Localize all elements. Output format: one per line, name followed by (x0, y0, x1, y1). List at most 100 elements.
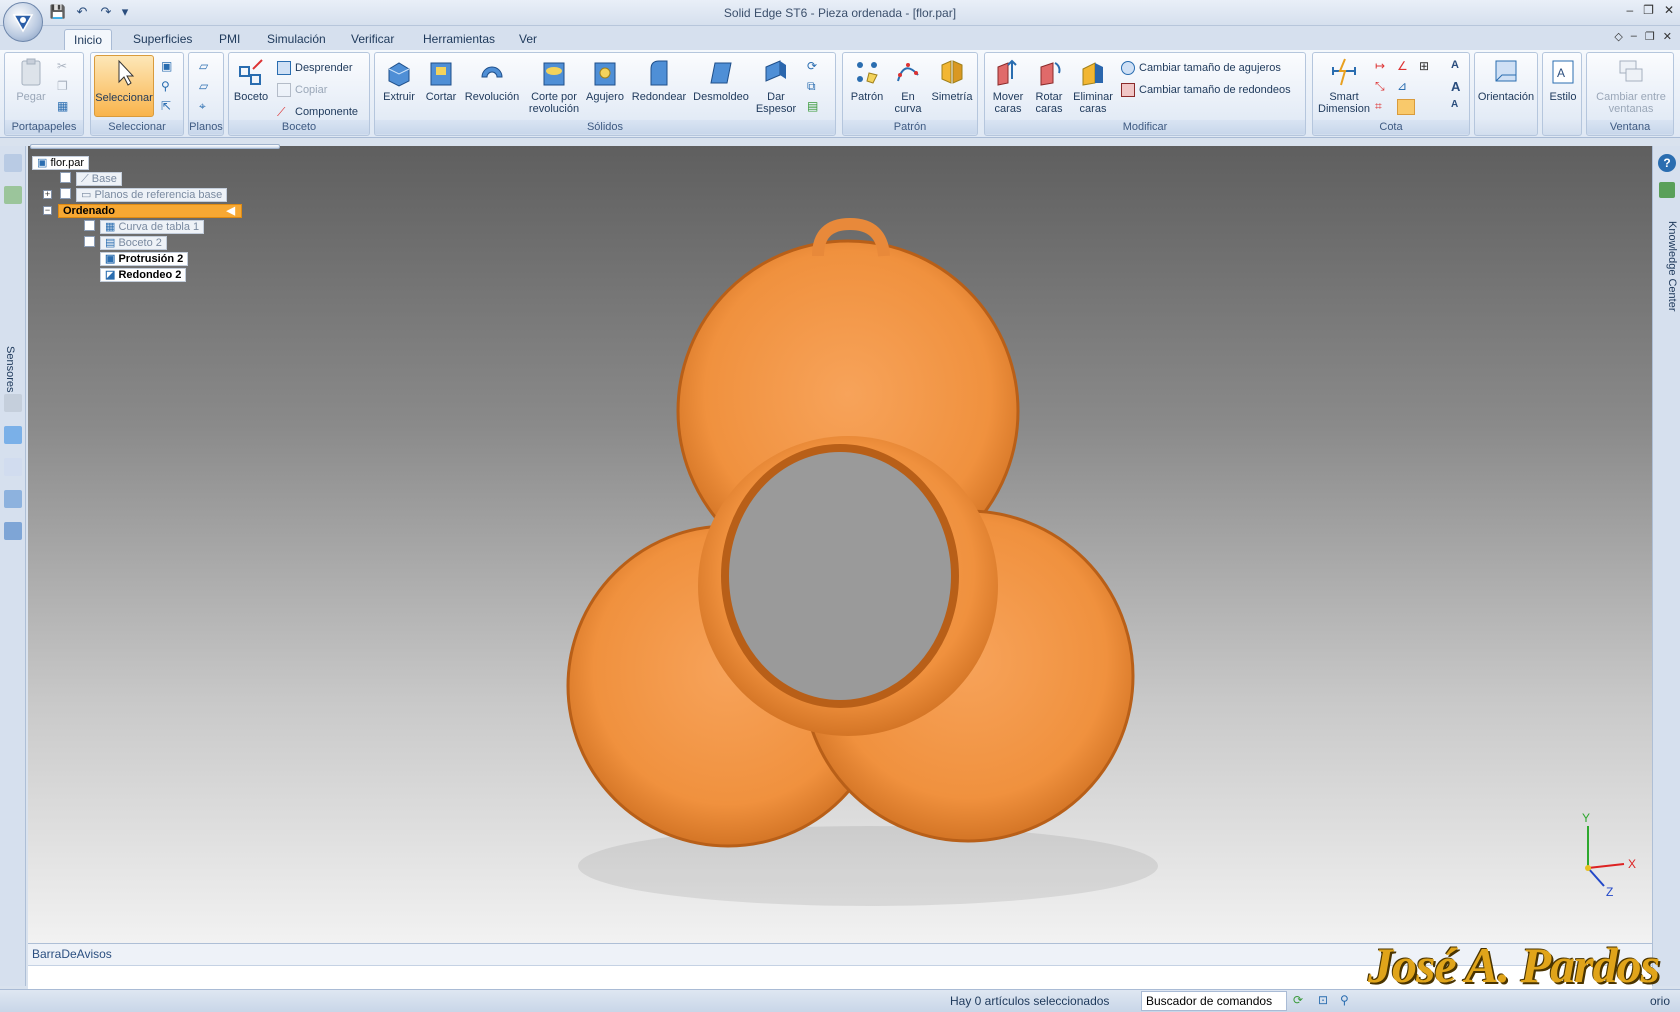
tab-inicio[interactable]: Inicio (64, 29, 113, 50)
tab-superficies[interactable]: Superficies (124, 29, 201, 50)
doc-minimize-icon[interactable]: – (1631, 30, 1637, 43)
tree-node-redondeo[interactable]: ◪ Redondeo 2 (100, 268, 187, 282)
doc-close-icon[interactable]: ✕ (1663, 30, 1672, 43)
cortar-button[interactable]: Cortar (421, 57, 461, 103)
pathfinder-tab-icon[interactable] (4, 154, 22, 172)
symmetric-diameter-icon[interactable]: ⤡ (1375, 79, 1385, 94)
desmoldeo-button[interactable]: Desmoldeo (691, 57, 751, 103)
eliminar-caras-button[interactable]: Eliminar caras (1071, 57, 1115, 115)
select-tools-icon[interactable]: ⇱ (161, 99, 171, 113)
patron-button[interactable]: Patrón (847, 57, 887, 103)
zoom-icon[interactable]: ⚲ (1340, 993, 1349, 1007)
pegar-button[interactable]: Pegar (11, 57, 51, 103)
cambiar-redondeos-button[interactable]: Cambiar tamaño de redondeos (1121, 83, 1291, 97)
simetria-button[interactable]: Simetría (929, 57, 975, 103)
paste-special-icon[interactable]: ▦ (57, 99, 68, 113)
select-filter-icon[interactable]: ⚲ (161, 79, 170, 93)
dar-espesor-button[interactable]: Dar Espesor (753, 57, 799, 115)
tree-node-planos[interactable]: ▭ Planos de referencia base (76, 188, 228, 202)
sensors-tab-icon[interactable] (4, 186, 22, 204)
variable-table-icon[interactable] (4, 458, 22, 476)
3d-viewport[interactable]: Y X Z (28, 146, 1652, 943)
add-body-icon[interactable]: ▤ (807, 99, 818, 113)
coordinate-dimension-icon[interactable]: ⊞ (1419, 59, 1429, 73)
close-icon[interactable]: ✕ (1664, 3, 1674, 17)
knowledge-center-icon[interactable] (1659, 182, 1675, 198)
orientacion-button[interactable]: Orientación (1477, 57, 1535, 103)
tab-pmi[interactable]: PMI (210, 29, 249, 50)
copiar-button[interactable]: Copiar (277, 83, 327, 97)
angle-icon[interactable]: ∠ (1397, 59, 1408, 73)
tree-root[interactable]: ▣ flor.par (32, 156, 90, 170)
sweep-icon[interactable]: ⟳ (807, 59, 817, 73)
cambiar-agujeros-button[interactable]: Cambiar tamaño de agujeros (1121, 61, 1281, 75)
application-button[interactable] (3, 2, 43, 42)
boceto2-checkbox[interactable] (84, 236, 95, 247)
agujero-button[interactable]: Agujero (583, 57, 627, 103)
refresh-icon[interactable]: ⟳ (1293, 993, 1303, 1007)
componente-button[interactable]: ⟋ Componente (277, 105, 358, 119)
revolucion-button[interactable]: Revolución (461, 57, 523, 103)
zoom-area-icon[interactable]: ⊡ (1318, 993, 1328, 1007)
maximize-icon[interactable]: ❐ (1643, 3, 1654, 17)
planos-checkbox[interactable] (60, 188, 71, 199)
increase-text-icon[interactable]: A (1451, 79, 1460, 94)
tab-simulacion[interactable]: Simulación (258, 29, 335, 50)
dimension-between-icon[interactable]: ↦ (1375, 59, 1385, 73)
curva-checkbox[interactable] (84, 220, 95, 231)
decrease-text-icon[interactable]: A (1451, 99, 1458, 110)
tree-node-curva[interactable]: ▦ Curva de tabla 1 (100, 220, 205, 234)
group-orientacion: Orientación (1474, 52, 1538, 136)
angular-coordinate-icon[interactable]: ⊿ (1397, 79, 1407, 93)
tab-verificar[interactable]: Verificar (342, 29, 403, 50)
seleccionar-button[interactable]: Seleccionar (94, 55, 154, 117)
resize-holes-icon (1121, 61, 1135, 75)
extruir-button[interactable]: Extruir (379, 57, 419, 103)
copy-icon[interactable]: ❐ (57, 79, 68, 93)
minimize-icon[interactable]: – (1626, 3, 1633, 17)
base-checkbox[interactable] (60, 172, 71, 183)
rollback-bar-icon[interactable]: ◀ (227, 205, 235, 218)
sensores-tab[interactable]: Sensores (4, 346, 16, 392)
flower-pendant[interactable] (566, 217, 1135, 848)
rotar-caras-button[interactable]: Rotar caras (1029, 57, 1069, 115)
right-docking-bar: ? Knowledge Center (1652, 146, 1680, 986)
tree-node-protrusion[interactable]: ▣ Protrusión 2 (100, 252, 189, 266)
command-finder-input[interactable]: Buscador de comandos (1141, 991, 1287, 1011)
options-icon[interactable]: ◇ (1614, 30, 1622, 43)
tab-ver[interactable]: Ver (510, 29, 546, 50)
dimension-table-icon[interactable] (1397, 99, 1415, 115)
desprender-button[interactable]: Desprender (277, 61, 352, 75)
settings-panel-icon[interactable] (4, 522, 22, 540)
smart-dimension-button[interactable]: Smart Dimension (1315, 57, 1373, 115)
tree-node-ordenado[interactable]: Ordenado ◀ (58, 204, 242, 218)
part-model[interactable]: Y X Z (28, 146, 1652, 943)
layers-icon[interactable] (4, 394, 22, 412)
estilo-button[interactable]: A Estilo (1545, 57, 1581, 103)
chamfer-dimension-icon[interactable]: ⌗ (1375, 99, 1382, 114)
doc-restore-icon[interactable]: ❐ (1645, 30, 1655, 43)
plane-icon[interactable]: ▱ (199, 59, 208, 73)
loft-icon[interactable]: ⧉ (807, 79, 816, 94)
tree-node-base[interactable]: ⟋ Base (76, 172, 122, 186)
cambiar-entre-ventanas-button[interactable]: Cambiar entre ventanas (1589, 57, 1673, 115)
collapse-icon[interactable]: − (43, 206, 52, 215)
pathfinder-splitter[interactable] (30, 144, 280, 149)
help-icon[interactable]: ? (1658, 154, 1676, 172)
coordinate-system-icon[interactable]: ⌖ (199, 99, 206, 114)
family-parts-icon[interactable] (4, 490, 22, 508)
corte-por-revolucion-button[interactable]: Corte por revolución (525, 57, 583, 115)
color-manager-icon[interactable] (4, 426, 22, 444)
en-curva-button[interactable]: En curva (891, 57, 925, 115)
boceto-button[interactable]: Boceto (233, 57, 269, 103)
plane-options-icon[interactable]: ▱ (199, 79, 208, 93)
redondear-button[interactable]: Redondear (629, 57, 689, 103)
text-style-icon[interactable]: A (1451, 59, 1459, 71)
select-window-icon[interactable]: ▣ (161, 59, 172, 73)
mover-caras-button[interactable]: Mover caras (987, 57, 1029, 115)
tab-herramientas[interactable]: Herramientas (414, 29, 504, 50)
knowledge-center-tab[interactable]: Knowledge Center (1654, 206, 1678, 326)
cut-icon[interactable]: ✂ (57, 59, 67, 73)
expand-icon[interactable]: + (43, 190, 52, 199)
tree-node-boceto2[interactable]: ▤ Boceto 2 (100, 236, 167, 250)
